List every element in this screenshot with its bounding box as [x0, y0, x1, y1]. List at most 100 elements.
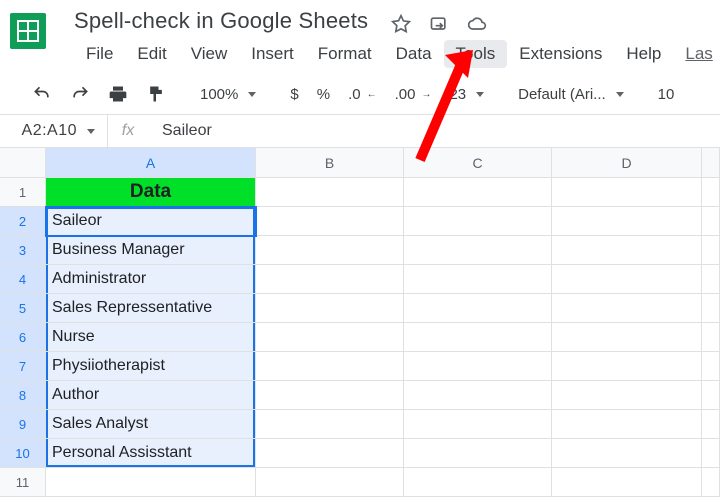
row-header-8[interactable]: 8 — [0, 381, 46, 410]
decrease-decimal-button[interactable]: .0← — [344, 86, 381, 103]
zoom-select[interactable]: 100% — [196, 86, 260, 103]
cell-C5[interactable] — [404, 294, 552, 323]
menu-edit[interactable]: Edit — [125, 40, 178, 68]
menu-view[interactable]: View — [179, 40, 240, 68]
cell-E11[interactable] — [702, 468, 720, 497]
row-header-2[interactable]: 2 — [0, 207, 46, 236]
star-icon[interactable] — [391, 14, 411, 34]
cell-B8[interactable] — [256, 381, 404, 410]
col-header-E[interactable] — [702, 148, 720, 178]
cell-C1[interactable] — [404, 178, 552, 207]
col-header-B[interactable]: B — [256, 148, 404, 178]
cell-D11[interactable] — [552, 468, 702, 497]
cell-C9[interactable] — [404, 410, 552, 439]
cell-B10[interactable] — [256, 439, 404, 468]
cell-D4[interactable] — [552, 265, 702, 294]
redo-button[interactable] — [66, 84, 94, 104]
menu-format[interactable]: Format — [306, 40, 384, 68]
name-box[interactable]: A2:A10 — [0, 115, 108, 147]
font-size-input[interactable]: 10 — [654, 86, 679, 103]
cell-A5[interactable]: Sales Repressentative — [46, 294, 256, 323]
cell-D3[interactable] — [552, 236, 702, 265]
doc-title[interactable]: Spell-check in Google Sheets — [74, 6, 368, 34]
name-box-value: A2:A10 — [22, 122, 77, 140]
cell-A4[interactable]: Administrator — [46, 265, 256, 294]
cell-B4[interactable] — [256, 265, 404, 294]
cell-D7[interactable] — [552, 352, 702, 381]
cell-D5[interactable] — [552, 294, 702, 323]
cell-A1[interactable]: Data — [46, 178, 256, 207]
row-header-10[interactable]: 10 — [0, 439, 46, 468]
cell-C11[interactable] — [404, 468, 552, 497]
row-header-11[interactable]: 11 — [0, 468, 46, 497]
cell-E3[interactable] — [702, 236, 720, 265]
cell-C3[interactable] — [404, 236, 552, 265]
paint-format-button[interactable] — [142, 84, 170, 104]
cell-C10[interactable] — [404, 439, 552, 468]
chevron-down-icon — [87, 129, 95, 134]
cell-E4[interactable] — [702, 265, 720, 294]
row-header-5[interactable]: 5 — [0, 294, 46, 323]
row-header-4[interactable]: 4 — [0, 265, 46, 294]
formula-bar[interactable]: Saileor — [148, 122, 212, 140]
cell-E5[interactable] — [702, 294, 720, 323]
percent-button[interactable]: % — [313, 86, 334, 103]
cell-A8[interactable]: Author — [46, 381, 256, 410]
cell-B1[interactable] — [256, 178, 404, 207]
cell-E7[interactable] — [702, 352, 720, 381]
cell-A2[interactable]: Saileor — [46, 207, 256, 236]
cell-C7[interactable] — [404, 352, 552, 381]
undo-button[interactable] — [28, 84, 56, 104]
cell-A7[interactable]: Physiiotherapist — [46, 352, 256, 381]
cell-A3[interactable]: Business Manager — [46, 236, 256, 265]
row-header-6[interactable]: 6 — [0, 323, 46, 352]
row-header-3[interactable]: 3 — [0, 236, 46, 265]
cell-A11[interactable] — [46, 468, 256, 497]
cell-C4[interactable] — [404, 265, 552, 294]
cloud-icon[interactable] — [467, 14, 487, 34]
cell-A6[interactable]: Nurse — [46, 323, 256, 352]
cell-D9[interactable] — [552, 410, 702, 439]
cell-D10[interactable] — [552, 439, 702, 468]
cell-A9[interactable]: Sales Analyst — [46, 410, 256, 439]
row-header-1[interactable]: 1 — [0, 178, 46, 207]
toolbar: 100% $ % .0← .00→ 23 Default (Ari... 10 — [0, 68, 720, 114]
cell-B3[interactable] — [256, 236, 404, 265]
menu-insert[interactable]: Insert — [239, 40, 306, 68]
sheets-logo[interactable] — [10, 6, 46, 56]
currency-button[interactable]: $ — [286, 86, 302, 103]
cell-A10[interactable]: Personal Assisstant — [46, 439, 256, 468]
cell-B6[interactable] — [256, 323, 404, 352]
cell-D6[interactable] — [552, 323, 702, 352]
cell-B11[interactable] — [256, 468, 404, 497]
row-header-9[interactable]: 9 — [0, 410, 46, 439]
menu-extensions[interactable]: Extensions — [507, 40, 614, 68]
cell-D2[interactable] — [552, 207, 702, 236]
cell-C6[interactable] — [404, 323, 552, 352]
cell-B7[interactable] — [256, 352, 404, 381]
menu-last-edit[interactable]: Las — [673, 40, 720, 68]
menu-help[interactable]: Help — [614, 40, 673, 68]
menu-bar: File Edit View Insert Format Data Tools … — [74, 40, 720, 68]
select-all-corner[interactable] — [0, 148, 46, 178]
col-header-A[interactable]: A — [46, 148, 256, 178]
cell-C8[interactable] — [404, 381, 552, 410]
cell-E6[interactable] — [702, 323, 720, 352]
cell-E10[interactable] — [702, 439, 720, 468]
col-header-D[interactable]: D — [552, 148, 702, 178]
cell-E2[interactable] — [702, 207, 720, 236]
cell-B2[interactable] — [256, 207, 404, 236]
print-button[interactable] — [104, 84, 132, 104]
cell-D8[interactable] — [552, 381, 702, 410]
cell-E1[interactable] — [702, 178, 720, 207]
font-select[interactable]: Default (Ari... — [514, 86, 628, 103]
menu-file[interactable]: File — [74, 40, 125, 68]
move-icon[interactable] — [429, 14, 449, 34]
cell-B5[interactable] — [256, 294, 404, 323]
cell-C2[interactable] — [404, 207, 552, 236]
row-header-7[interactable]: 7 — [0, 352, 46, 381]
cell-D1[interactable] — [552, 178, 702, 207]
cell-E9[interactable] — [702, 410, 720, 439]
cell-E8[interactable] — [702, 381, 720, 410]
cell-B9[interactable] — [256, 410, 404, 439]
